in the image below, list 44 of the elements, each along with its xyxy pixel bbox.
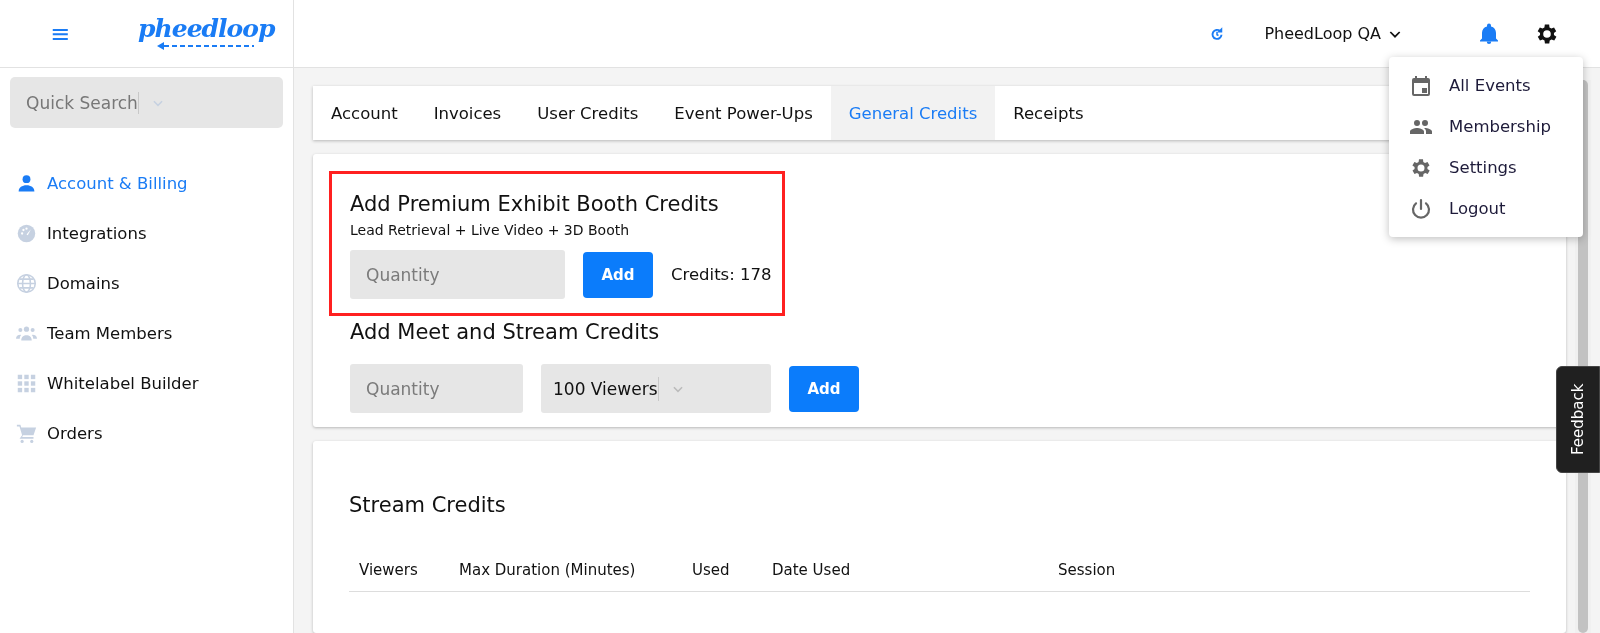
calendar-icon xyxy=(1409,73,1433,98)
column-header: Used xyxy=(692,561,731,579)
menu-item[interactable]: Logout xyxy=(1389,188,1583,229)
grid-icon xyxy=(16,372,37,394)
viewers-select[interactable]: 100 Viewers xyxy=(541,364,771,413)
gauge-icon xyxy=(16,222,37,244)
notifications-icon[interactable] xyxy=(1477,21,1501,46)
menu-item[interactable]: Settings xyxy=(1389,147,1583,188)
tab[interactable]: User Credits xyxy=(519,86,657,140)
column-header: Session xyxy=(1058,561,1117,579)
person-icon xyxy=(16,172,37,194)
credits-count: Credits: 178 xyxy=(671,265,772,284)
tab[interactable]: Invoices xyxy=(415,86,520,140)
quick-search-select[interactable]: Quick Search xyxy=(10,77,283,128)
column-header: Viewers xyxy=(359,561,419,579)
tab[interactable]: Account xyxy=(313,86,416,140)
section-title: Add Meet and Stream Credits xyxy=(350,320,661,344)
sidebar-item[interactable]: Domains xyxy=(16,272,120,294)
sidebar-item[interactable]: Account & Billing xyxy=(16,172,188,194)
tab[interactable]: Event Power-Ups xyxy=(656,86,831,140)
quantity-field[interactable]: Quantity xyxy=(350,250,565,299)
section-subtitle: Lead Retrieval + Live Video + 3D Booth xyxy=(350,222,631,238)
menu-item[interactable]: All Events xyxy=(1389,65,1583,106)
organization-dropdown[interactable]: PheedLoop QA xyxy=(1264,24,1403,43)
power-icon xyxy=(1409,196,1433,221)
pheedloop-logo[interactable]: pheedloop xyxy=(138,16,275,51)
section-title: Stream Credits xyxy=(349,493,507,517)
menu-button[interactable]: ≡ xyxy=(48,19,73,48)
section-title: Add Premium Exhibit Booth Credits xyxy=(350,192,720,216)
menu-item[interactable]: Membership xyxy=(1389,106,1583,147)
cart-icon xyxy=(16,422,37,444)
column-header: Date Used xyxy=(772,561,852,579)
column-header: Max Duration (Minutes) xyxy=(459,561,637,579)
tab[interactable]: Receipts xyxy=(995,86,1102,140)
sidebar-item[interactable]: Orders xyxy=(16,422,103,444)
quantity-field[interactable]: Quantity xyxy=(350,364,523,413)
feedback-button[interactable]: Feedback xyxy=(1556,366,1600,473)
add-button[interactable]: Add xyxy=(583,251,653,298)
sidebar-item[interactable]: Team Members xyxy=(16,322,173,344)
add-button[interactable]: Add xyxy=(789,365,859,412)
globe-icon xyxy=(16,272,37,294)
sidebar-item[interactable]: Integrations xyxy=(16,222,147,244)
sidebar-item[interactable]: Whitelabel Builder xyxy=(16,372,199,394)
tab[interactable]: General Credits xyxy=(830,86,996,140)
